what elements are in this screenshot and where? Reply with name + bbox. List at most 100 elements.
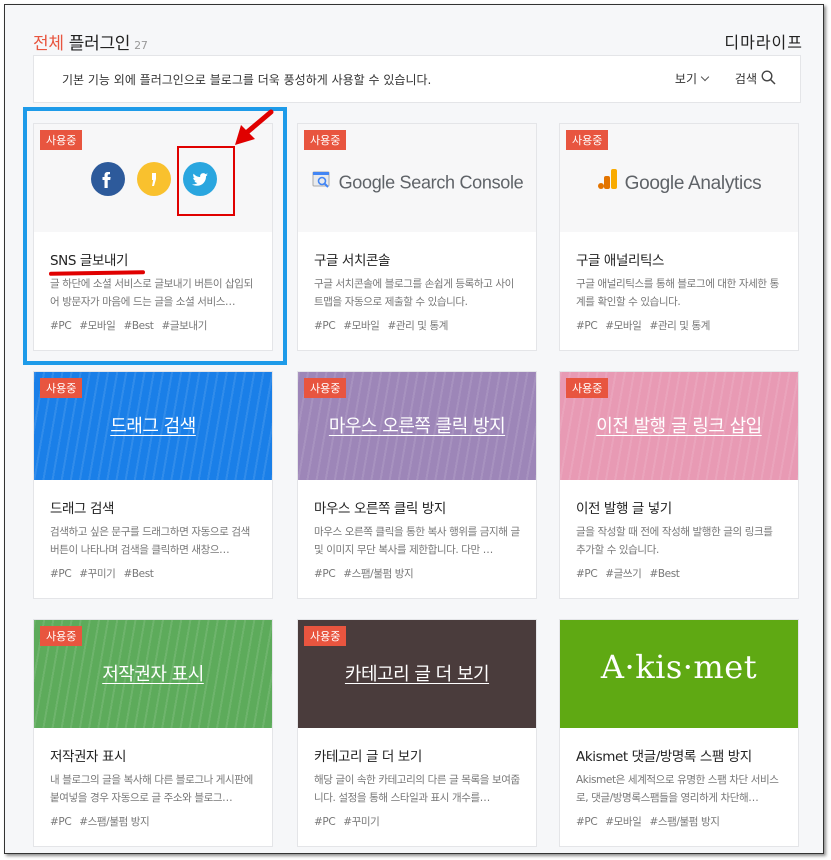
search-console-logo: Google Search Console	[298, 170, 536, 197]
search-console-text: Google Search Console	[338, 172, 524, 193]
card-body: 이전 발행 글 넣기 글을 작성할 때 전에 작성해 발행한 글의 링크를 추가…	[576, 480, 784, 581]
info-bar: 기본 기능 외에 플러그인으로 블로그를 더욱 풍성하게 사용할 수 있습니다.…	[33, 55, 801, 103]
card-body: Akismet 댓글/방명록 스팸 방지 Akismet은 세계적으로 유명한 …	[576, 728, 784, 829]
plugin-card-copyright[interactable]: 사용중 저작권자 표시 저작권자 표시 내 블로그의 글을 복사해 다른 블로그…	[33, 619, 273, 847]
plugin-count: 27	[134, 39, 148, 52]
card-thumbnail: 사용중 마우스 오른쪽 클릭 방지	[298, 372, 536, 480]
plugin-card-search-console[interactable]: 사용중 Google Search Console 구글 서치콘솔 구글 서치콘…	[297, 123, 537, 351]
view-label: 보기	[674, 72, 697, 86]
chevron-down-icon	[700, 72, 710, 82]
status-badge: 사용중	[40, 130, 83, 150]
plugin-name: 카테고리 글 더 보기	[314, 749, 422, 765]
pointer-arrow-icon	[235, 109, 274, 145]
banner-title: 이전 발행 글 링크 삽입	[596, 416, 762, 437]
plugin-description: 마우스 오른쪽 클릭을 통한 복사 행위를 금지해 글 및 이미지 무단 복사를…	[314, 526, 520, 556]
plugin-description: 구글 애널리틱스를 통해 블로그에 대한 자세한 통계를 확인할 수 있습니다.	[576, 278, 779, 308]
status-badge: 사용중	[40, 626, 83, 646]
plugin-description: 글을 작성할 때 전에 작성해 발행한 글의 링크를 추가할 수 있습니다.	[576, 526, 773, 556]
tag: #Best	[123, 568, 154, 580]
akismet-logo: A·kis·met	[600, 648, 758, 686]
search-label: 검색	[734, 72, 757, 86]
status-badge: 사용중	[304, 378, 347, 398]
plugin-description: 구글 서치콘솔에 블로그를 손쉽게 등록하고 사이트맵을 자동으로 제출할 수 …	[314, 278, 514, 308]
search-button[interactable]: 검색	[735, 70, 776, 87]
tag: #PC	[50, 816, 72, 828]
plugin-name: 드래그 검색	[50, 501, 114, 517]
plugin-tags: #PC #꾸미기 #Best	[50, 566, 258, 581]
info-description: 기본 기능 외에 플러그인으로 블로그를 더욱 풍성하게 사용할 수 있습니다.	[62, 73, 432, 87]
card-body: 마우스 오른쪽 클릭 방지 마우스 오른쪽 클릭을 통한 복사 행위를 금지해 …	[314, 480, 522, 581]
analytics-logo: Google Analytics	[560, 168, 798, 198]
plugin-tags: #PC #모바일 #스팸/불펌 방지	[576, 814, 784, 829]
status-badge: 사용중	[566, 378, 609, 398]
plugin-card-previous-post[interactable]: 사용중 이전 발행 글 링크 삽입 이전 발행 글 넣기 글을 작성할 때 전에…	[559, 371, 799, 599]
plugin-description: 해당 글이 속한 카테고리의 다른 글 목록을 보여줍니다. 설정을 통해 스타…	[314, 774, 520, 804]
tag: #PC	[314, 568, 336, 580]
banner-title: 드래그 검색	[110, 416, 196, 437]
banner-title: 마우스 오른쪽 클릭 방지	[328, 416, 506, 437]
banner-title: 카테고리 글 더 보기	[344, 664, 490, 685]
plugin-tags: #PC #꾸미기	[314, 814, 522, 829]
plugin-tags: #PC #모바일 #관리 및 통계	[314, 318, 522, 333]
status-badge: 사용중	[304, 626, 347, 646]
plugin-card-category-more[interactable]: 사용중 카테고리 글 더 보기 카테고리 글 더 보기 해당 글이 속한 카테고…	[297, 619, 537, 847]
card-thumbnail: 사용중 Google Analytics	[560, 124, 798, 232]
card-thumbnail: A·kis·met	[560, 620, 798, 728]
tag: #꾸미기	[343, 816, 380, 828]
search-console-icon	[311, 168, 333, 195]
plugin-description: 검색하고 싶은 문구를 드래그하면 자동으로 검색 버튼이 나타나며 검색을 클…	[50, 526, 250, 556]
plugin-card-analytics[interactable]: 사용중 Google Analytics 구글 애널리틱스 구글 애널리틱스를 …	[559, 123, 799, 351]
banner-title: 저작권자 표시	[102, 664, 204, 685]
tag: #PC	[576, 568, 598, 580]
view-dropdown[interactable]: 보기	[674, 70, 710, 87]
card-body: 카테고리 글 더 보기 해당 글이 속한 카테고리의 다른 글 목록을 보여줍니…	[314, 728, 522, 829]
tag: #관리 및 통계	[649, 320, 711, 332]
search-icon	[761, 70, 776, 85]
card-thumbnail: 사용중 드래그 검색	[34, 372, 272, 480]
tag: #관리 및 통계	[387, 320, 449, 332]
tag: #PC	[576, 320, 598, 332]
plugin-name: Akismet 댓글/방명록 스팸 방지	[576, 749, 752, 765]
analytics-icon	[597, 168, 619, 196]
tag: #스팸/불펌 방지	[79, 816, 150, 828]
card-thumbnail: 사용중 저작권자 표시	[34, 620, 272, 728]
plugin-card-right-click[interactable]: 사용중 마우스 오른쪽 클릭 방지 마우스 오른쪽 클릭 방지 마우스 오른쪽 …	[297, 371, 537, 599]
analytics-text: Google Analytics	[624, 173, 762, 195]
plugin-name: 구글 애널리틱스	[576, 253, 665, 269]
page-title: 전체 플러그인 27	[33, 29, 148, 54]
tag: #모바일	[605, 816, 642, 828]
plugin-tags: #PC #스팸/불펌 방지	[314, 566, 522, 581]
card-body: 저작권자 표시 내 블로그의 글을 복사해 다른 블로그나 게시판에 붙여넣을 …	[50, 728, 258, 829]
card-body: 드래그 검색 검색하고 싶은 문구를 드래그하면 자동으로 검색 버튼이 나타나…	[50, 480, 258, 581]
status-badge: 사용중	[566, 130, 609, 150]
plugin-tags: #PC #스팸/불펌 방지	[50, 814, 258, 829]
title-rest: 플러그인	[63, 34, 131, 54]
plugin-page: 전체 플러그인 27 디마라이프 기본 기능 외에 플러그인으로 블로그를 더욱 …	[4, 4, 824, 854]
plugin-tags: #PC #글쓰기 #Best	[576, 566, 784, 581]
tag: #PC	[314, 816, 336, 828]
tag: #PC	[576, 816, 598, 828]
card-thumbnail: 사용중 이전 발행 글 링크 삽입	[560, 372, 798, 480]
tag: #글쓰기	[605, 568, 642, 580]
plugin-description: 내 블로그의 글을 복사해 다른 블로그나 게시판에 붙여넣을 경우 자동으로 …	[50, 774, 253, 804]
plugin-card-akismet[interactable]: A·kis·met Akismet 댓글/방명록 스팸 방지 Akismet은 …	[559, 619, 799, 847]
tag: #모바일	[343, 320, 380, 332]
plugin-card-drag-search[interactable]: 사용중 드래그 검색 드래그 검색 검색하고 싶은 문구를 드래그하면 자동으로…	[33, 371, 273, 599]
plugin-name: 마우스 오른쪽 클릭 방지	[314, 501, 446, 517]
tag: #Best	[649, 568, 680, 580]
tag: #스팸/불펌 방지	[343, 568, 414, 580]
plugin-name: 이전 발행 글 넣기	[576, 501, 672, 517]
tag: #꾸미기	[79, 568, 116, 580]
card-body: 구글 애널리틱스 구글 애널리틱스를 통해 블로그에 대한 자세한 통계를 확인…	[576, 232, 784, 333]
plugin-description: Akismet은 세계적으로 유명한 스팸 차단 서비스로, 댓글/방명록스팸들…	[576, 774, 779, 804]
tag: #PC	[50, 568, 72, 580]
status-badge: 사용중	[304, 130, 347, 150]
tag: #스팸/불펌 방지	[649, 816, 720, 828]
watermark: 디마라이프	[724, 33, 803, 52]
title-accent: 전체	[33, 34, 64, 54]
card-body: 구글 서치콘솔 구글 서치콘솔에 블로그를 손쉽게 등록하고 사이트맵을 자동으…	[314, 232, 522, 333]
card-thumbnail: 사용중 카테고리 글 더 보기	[298, 620, 536, 728]
status-badge: 사용중	[40, 378, 83, 398]
card-thumbnail: 사용중 Google Search Console	[298, 124, 536, 232]
plugin-name: 저작권자 표시	[50, 749, 127, 765]
